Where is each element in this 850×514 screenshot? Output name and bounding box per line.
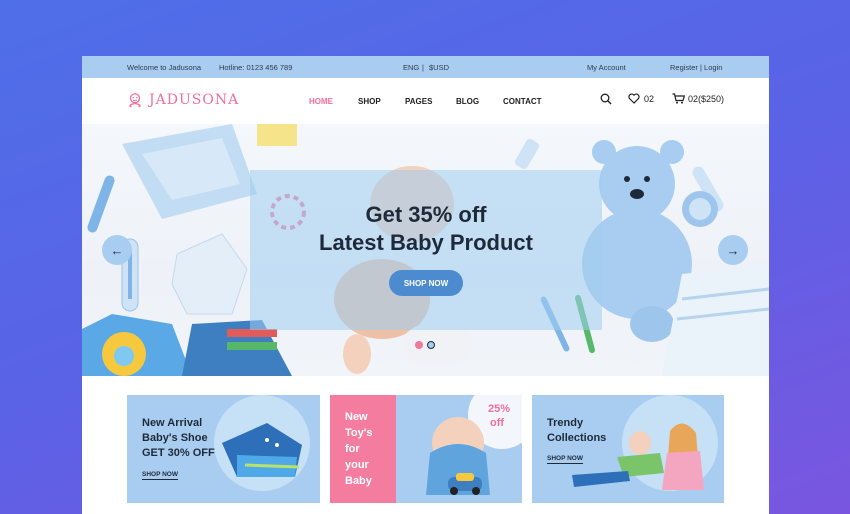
banner-mid-line5: Baby	[345, 475, 372, 487]
nav-pages[interactable]: PAGES	[405, 97, 432, 106]
heart-icon	[628, 93, 640, 104]
hotline-text: Hotline: 0123 456 789	[219, 63, 293, 72]
banner-right-shop-now[interactable]: SHOP NOW	[547, 455, 583, 464]
banner-mid-line4: your	[345, 459, 369, 471]
banner-mid-line2: Toy's	[345, 427, 373, 439]
banner-left-shop-now[interactable]: SHOP NOW	[142, 471, 178, 480]
nav-home[interactable]: HOME	[309, 97, 333, 106]
banner-left-line3: GET 30% OFF	[142, 447, 215, 459]
slider-dot[interactable]	[427, 341, 435, 349]
banner-trendy-collections[interactable]: Trendy Collections SHOP NOW	[532, 395, 724, 503]
arrow-left-icon: ←	[110, 242, 124, 258]
nav-contact[interactable]: CONTACT	[503, 97, 542, 106]
logo-text: JADUSONA	[149, 92, 240, 108]
currency-select[interactable]: $USD	[429, 63, 449, 72]
hero-slider: Get 35% off Latest Baby Product SHOP NOW…	[82, 124, 769, 376]
search-button[interactable]	[600, 93, 612, 105]
banner-right-line1: Trendy	[547, 417, 584, 429]
slider-prev-button[interactable]: ←	[102, 235, 132, 265]
logo[interactable]: JADUSONA	[126, 91, 239, 109]
banner-left-line2: Baby's Shoe	[142, 432, 208, 444]
separator: |	[422, 63, 424, 72]
search-icon	[600, 93, 612, 105]
banner-mid-off: off	[490, 417, 505, 429]
language-select[interactable]: ENG	[403, 63, 419, 72]
banner-mid-line1: New	[345, 411, 368, 423]
nav-shop[interactable]: SHOP	[358, 97, 381, 106]
banner-left-line1: New Arrival	[142, 417, 203, 429]
cart-summary: 02($250)	[688, 93, 725, 104]
slider-next-button[interactable]: →	[718, 235, 748, 265]
top-bar: Welcome to Jadusona Hotline: 0123 456 78…	[82, 56, 769, 78]
wishlist-button[interactable]: 02	[628, 93, 654, 104]
banner-new-toys[interactable]: New Toy's for your Baby 25% off	[330, 395, 522, 503]
banner-mid-percent: 25%	[488, 403, 511, 415]
hero-headline: Get 35% off	[365, 202, 487, 227]
arrow-right-icon: →	[726, 242, 740, 258]
nav-blog[interactable]: BLOG	[456, 97, 479, 106]
main-header: JADUSONA HOME SHOP PAGES BLOG CONTACT 02	[82, 78, 769, 124]
register-login-link[interactable]: Register | Login	[670, 63, 722, 72]
website-frame: Welcome to Jadusona Hotline: 0123 456 78…	[82, 56, 769, 514]
cart-icon	[672, 93, 685, 104]
banner-mid-line3: for	[345, 443, 360, 455]
baby-logo-icon	[129, 93, 141, 108]
banner-new-arrival[interactable]: New Arrival Baby's Shoe GET 30% OFF SHOP…	[127, 395, 320, 503]
cart-button[interactable]: 02($250)	[672, 93, 724, 104]
welcome-text: Welcome to Jadusona	[127, 63, 202, 72]
hero-subheadline: Latest Baby Product	[319, 230, 533, 255]
slider-dot-active[interactable]	[415, 341, 423, 349]
wishlist-count: 02	[644, 93, 655, 104]
hero-shop-now-button[interactable]: SHOP NOW	[389, 270, 463, 296]
my-account-link[interactable]: My Account	[587, 63, 626, 72]
kids-image	[572, 395, 718, 491]
banner-right-line2: Collections	[547, 432, 607, 444]
